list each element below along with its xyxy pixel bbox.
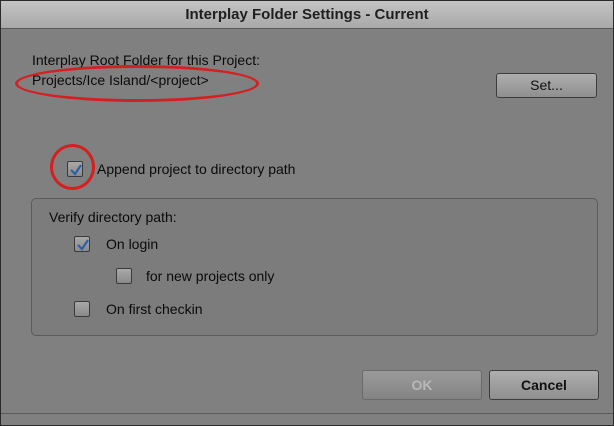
bottom-divider xyxy=(1,413,613,414)
root-folder-label: Interplay Root Folder for this Project: xyxy=(32,52,260,68)
append-project-checkbox[interactable] xyxy=(67,161,83,177)
ok-button[interactable]: OK xyxy=(362,370,482,400)
on-first-checkin-checkbox[interactable] xyxy=(74,301,90,317)
on-first-checkin-label: On first checkin xyxy=(106,301,203,317)
append-project-label: Append project to directory path xyxy=(97,161,296,177)
on-login-label: On login xyxy=(106,236,159,252)
cancel-button[interactable]: Cancel xyxy=(489,370,599,400)
new-projects-only-label: for new projects only xyxy=(146,268,275,284)
interplay-folder-settings-dialog: Interplay Folder Settings - Current Inte… xyxy=(0,0,614,426)
checkmark-icon xyxy=(70,164,82,176)
new-projects-only-checkbox[interactable] xyxy=(116,268,132,284)
on-login-checkbox[interactable] xyxy=(74,236,90,252)
dialog-title: Interplay Folder Settings - Current xyxy=(1,1,613,29)
verify-directory-group: Verify directory path: On login for new … xyxy=(31,198,598,336)
checkmark-icon xyxy=(77,239,89,251)
root-folder-path: Projects/Ice Island/<project> xyxy=(32,72,209,88)
set-button[interactable]: Set... xyxy=(496,73,597,98)
verify-directory-label: Verify directory path: xyxy=(49,209,177,225)
